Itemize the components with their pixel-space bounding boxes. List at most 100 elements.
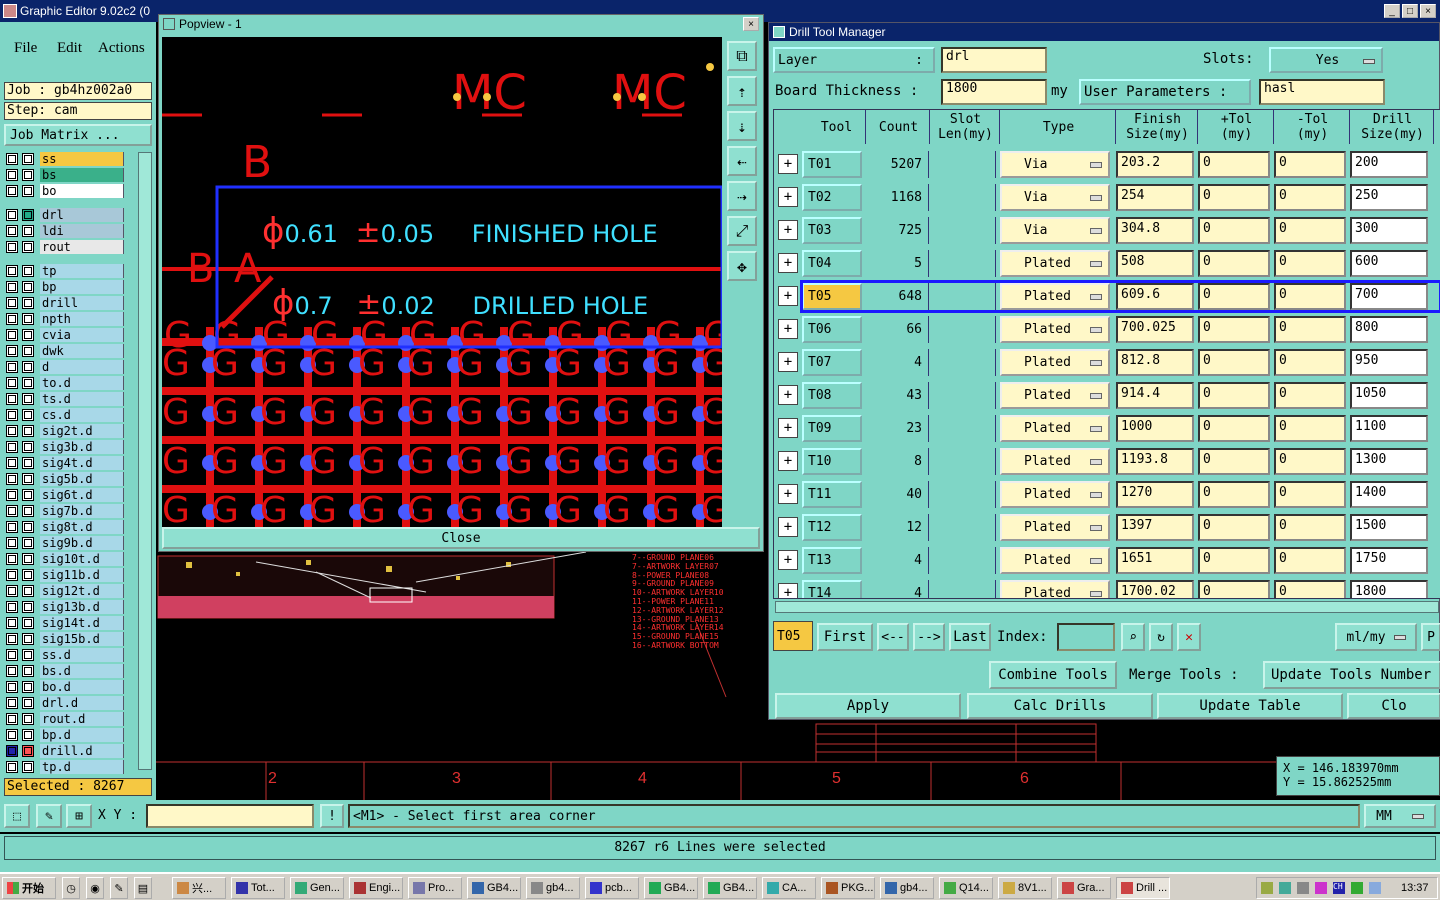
pan-down-icon[interactable]: ⇣ — [727, 111, 757, 141]
checkbox-icon[interactable] — [22, 185, 34, 197]
table-row[interactable]: + T06 66 Plated 700.025 0 0 800 — [774, 313, 1438, 346]
update-table-button[interactable]: Update Table — [1157, 693, 1343, 719]
layer-row[interactable]: bs — [6, 168, 124, 182]
minus-tol-input[interactable]: 0 — [1274, 547, 1346, 574]
close-icon[interactable]: × — [743, 17, 759, 31]
finish-size-input[interactable]: 508 — [1116, 250, 1194, 277]
checkbox-icon[interactable] — [6, 585, 18, 597]
type-select[interactable]: Plated — [1000, 514, 1110, 541]
minus-tol-input[interactable]: 0 — [1274, 151, 1346, 178]
taskbar-item[interactable]: GB4... — [644, 877, 698, 899]
tool-cell[interactable]: T08 — [802, 382, 862, 409]
taskbar-item[interactable]: 兴... — [172, 877, 226, 899]
update-tools-number-button[interactable]: Update Tools Number — [1263, 661, 1440, 689]
tray-icon[interactable] — [1297, 882, 1309, 894]
expand-icon[interactable]: + — [778, 253, 798, 273]
checkbox-icon[interactable] — [6, 409, 18, 421]
type-select[interactable]: Plated — [1000, 316, 1110, 343]
checkbox-icon[interactable] — [6, 185, 18, 197]
tool-cell[interactable]: T06 — [802, 316, 862, 343]
layer-input[interactable]: drl — [941, 47, 1047, 73]
plus-tol-input[interactable]: 0 — [1198, 184, 1270, 211]
tool-cell[interactable]: T05 — [802, 283, 862, 310]
expand-icon[interactable]: + — [778, 517, 798, 537]
checkbox-icon[interactable] — [22, 761, 34, 773]
checkbox-icon[interactable] — [6, 281, 18, 293]
finish-size-input[interactable]: 1193.8 — [1116, 448, 1194, 475]
combine-tools-button[interactable]: Combine Tools — [989, 661, 1117, 689]
checkbox-icon[interactable] — [6, 361, 18, 373]
more-button[interactable]: P — [1421, 623, 1440, 651]
checkbox-icon[interactable] — [6, 505, 18, 517]
taskbar-item[interactable]: Drill ... — [1116, 877, 1170, 899]
taskbar-item[interactable]: Tot... — [231, 877, 285, 899]
checkbox-icon[interactable] — [6, 553, 18, 565]
taskbar-item[interactable]: GB4... — [703, 877, 757, 899]
layer-row[interactable]: sig3b.d — [6, 440, 124, 454]
drill-size-input[interactable]: 1400 — [1350, 481, 1428, 508]
expand-icon[interactable]: + — [778, 187, 798, 207]
checkbox-icon[interactable] — [22, 505, 34, 517]
checkbox-icon[interactable] — [22, 409, 34, 421]
layer-row[interactable]: drl — [6, 208, 124, 222]
checkbox-icon[interactable] — [6, 345, 18, 357]
pan-left-icon[interactable]: ⇠ — [727, 146, 757, 176]
center-icon[interactable]: ✥ — [727, 251, 757, 281]
close-icon[interactable]: × — [1420, 4, 1436, 18]
checkbox-icon[interactable] — [22, 665, 34, 677]
checkbox-icon[interactable] — [6, 377, 18, 389]
plus-tol-input[interactable]: 0 — [1198, 316, 1270, 343]
layer-list[interactable]: ss bs bo drl ldi rout tp bp drill npth c… — [4, 150, 154, 774]
tool-cell[interactable]: T14 — [802, 580, 862, 598]
checkbox-icon[interactable] — [22, 225, 34, 237]
finish-size-input[interactable]: 812.8 — [1116, 349, 1194, 376]
layer-row[interactable]: sig9b.d — [6, 536, 124, 550]
expand-icon[interactable]: + — [778, 550, 798, 570]
table-row[interactable]: + T10 8 Plated 1193.8 0 0 1300 — [774, 445, 1438, 478]
layer-row[interactable]: bo — [6, 184, 124, 198]
checkbox-icon[interactable] — [6, 241, 18, 253]
drill-size-input[interactable]: 300 — [1350, 217, 1428, 244]
checkbox-icon[interactable] — [6, 537, 18, 549]
fit-icon[interactable]: ⤢ — [727, 216, 757, 246]
layer-row[interactable]: sig11b.d — [6, 568, 124, 582]
tool-cell[interactable]: T11 — [802, 481, 862, 508]
pan-right-icon[interactable]: ⇢ — [727, 181, 757, 211]
drill-size-input[interactable]: 800 — [1350, 316, 1428, 343]
tray-icon[interactable] — [1261, 882, 1273, 894]
drill-size-input[interactable]: 200 — [1350, 151, 1428, 178]
slots-select[interactable]: Yes — [1269, 47, 1383, 73]
units-mm-select[interactable]: MM — [1364, 804, 1436, 828]
units-select[interactable]: ml/my — [1335, 623, 1417, 651]
job-matrix-button[interactable]: Job Matrix ... — [4, 124, 152, 146]
checkbox-icon[interactable] — [22, 553, 34, 565]
taskbar-item[interactable]: pcb... — [585, 877, 639, 899]
taskbar-item[interactable]: Engi... — [349, 877, 403, 899]
type-select[interactable]: Plated — [1000, 415, 1110, 442]
layer-row[interactable]: sig12t.d — [6, 584, 124, 598]
tool-cell[interactable]: T01 — [802, 151, 862, 178]
first-button[interactable]: First — [817, 623, 873, 651]
checkbox-icon[interactable] — [6, 761, 18, 773]
checkbox-icon[interactable] — [22, 209, 34, 221]
layer-row[interactable]: tp.d — [6, 760, 124, 774]
type-select[interactable]: Via — [1000, 184, 1110, 211]
checkbox-icon[interactable] — [22, 617, 34, 629]
checkbox-icon[interactable] — [22, 297, 34, 309]
table-row[interactable]: + T03 725 Via 304.8 0 0 300 — [774, 214, 1438, 247]
checkbox-icon[interactable] — [22, 265, 34, 277]
table-row[interactable]: + T08 43 Plated 914.4 0 0 1050 — [774, 379, 1438, 412]
table-row[interactable]: + T04 5 Plated 508 0 0 600 — [774, 247, 1438, 280]
checkbox-icon[interactable] — [6, 329, 18, 341]
maximize-icon[interactable]: □ — [1402, 4, 1418, 18]
layer-row[interactable]: bo.d — [6, 680, 124, 694]
expand-icon[interactable]: + — [778, 220, 798, 240]
checkbox-icon[interactable] — [6, 665, 18, 677]
table-row[interactable]: + T09 23 Plated 1000 0 0 1100 — [774, 412, 1438, 445]
taskbar-item[interactable]: gb4... — [526, 877, 580, 899]
pan-up-icon[interactable]: ⇡ — [727, 76, 757, 106]
type-select[interactable]: Plated — [1000, 547, 1110, 574]
table-row[interactable]: + T14 4 Plated 1700.02 0 0 1800 — [774, 577, 1438, 598]
popview-canvas[interactable]: GGGGGGGGGGGGGGGGGGGGGGGGGGGGGGGGGGGGGGGG… — [162, 37, 722, 533]
tool-cell[interactable]: T04 — [802, 250, 862, 277]
